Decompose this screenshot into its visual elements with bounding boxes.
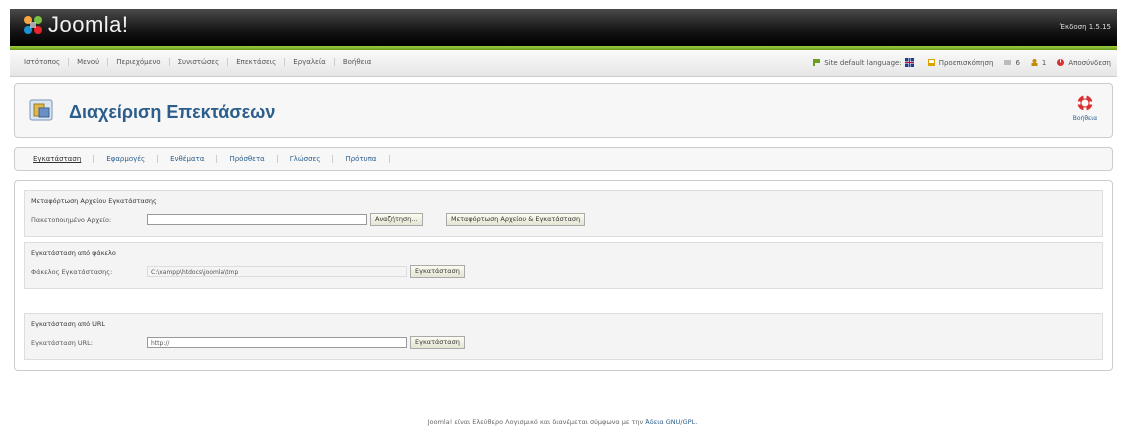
preview-label: Προεπισκόπηση xyxy=(938,58,994,67)
menu-item-menus[interactable]: Μενού xyxy=(69,58,109,66)
menu-item-components[interactable]: Συνιστώσες xyxy=(170,58,229,66)
toolbar: Διαχείριση Επεκτάσεων Βοήθεια xyxy=(14,83,1113,138)
directory-label: Φάκελος Εγκατάστασης: xyxy=(31,268,113,276)
package-file-input[interactable] xyxy=(147,214,367,225)
logo-text: Joomla! xyxy=(48,12,129,37)
site-language: Site default language: xyxy=(812,58,916,67)
preview-link[interactable]: Προεπισκόπηση xyxy=(927,58,994,67)
uk-flag-icon xyxy=(904,58,914,67)
footer-text: Joomla! είναι Ελεύθερο Λογισμικό και δια… xyxy=(427,418,644,426)
logout-link[interactable]: Αποσύνδεση xyxy=(1056,58,1111,67)
main-menu: Ιστότοπος Μενού Περιεχόμενο Συνιστώσες Ε… xyxy=(16,58,379,66)
status-area: Site default language: Προεπισκόπηση 6 1… xyxy=(802,58,1111,67)
admin-window: Joomla! Έκδοση 1.5.15 Ιστότοπος Μενού Πε… xyxy=(10,9,1117,371)
help-button[interactable]: Βοήθεια xyxy=(1068,94,1102,122)
install-url-input[interactable]: http:// xyxy=(147,337,407,348)
menu-item-tools[interactable]: Εργαλεία xyxy=(285,58,335,66)
messages-indicator[interactable]: 6 xyxy=(1003,58,1020,67)
footer: Joomla! είναι Ελεύθερο Λογισμικό και δια… xyxy=(0,418,1125,426)
url-fieldset: Εγκατάσταση από URL Εγκατάσταση URL: htt… xyxy=(24,313,1103,360)
joomla-logo: Joomla! xyxy=(22,12,129,38)
logout-label: Αποσύνδεση xyxy=(1068,58,1111,67)
language-icon xyxy=(813,59,821,66)
preview-icon xyxy=(927,59,935,66)
install-content: Μεταφόρτωση Αρχείου Εγκατάστασης Πακετοπ… xyxy=(14,180,1113,371)
language-label: Site default language: xyxy=(824,58,902,67)
header-bar: Joomla! Έκδοση 1.5.15 xyxy=(10,9,1117,46)
tab-components[interactable]: Εφαρμογές xyxy=(94,155,159,163)
menu-bar: Ιστότοπος Μενού Περιεχόμενο Συνιστώσες Ε… xyxy=(10,50,1117,77)
directory-legend: Εγκατάσταση από φάκελο xyxy=(31,249,116,257)
menu-item-extensions[interactable]: Επεκτάσεις xyxy=(228,58,286,66)
help-label: Βοήθεια xyxy=(1072,115,1098,122)
upload-legend: Μεταφόρτωση Αρχείου Εγκατάστασης xyxy=(31,197,157,205)
url-install-button[interactable]: Εγκατάσταση xyxy=(410,336,465,349)
logout-icon xyxy=(1057,59,1065,66)
page-title: Διαχείριση Επεκτάσεων xyxy=(69,102,276,122)
upload-fieldset: Μεταφόρτωση Αρχείου Εγκατάστασης Πακετοπ… xyxy=(24,190,1103,237)
messages-count: 6 xyxy=(1015,58,1020,67)
joomla-logo-icon xyxy=(24,16,42,34)
menu-item-site[interactable]: Ιστότοπος xyxy=(16,58,70,66)
upload-install-button[interactable]: Μεταφόρτωση Αρχείου & Εγκατάσταση xyxy=(446,213,586,226)
tab-plugins[interactable]: Πρόσθετα xyxy=(217,155,278,163)
users-icon xyxy=(1031,59,1038,66)
extension-manager-icon xyxy=(29,99,53,121)
tab-languages[interactable]: Γλώσσες xyxy=(278,155,334,163)
menu-item-help[interactable]: Βοήθεια xyxy=(335,58,380,66)
tab-templates[interactable]: Πρότυπα xyxy=(333,155,390,163)
install-directory-input[interactable]: C:\xampp\htdocs\joomla\tmp xyxy=(147,266,407,277)
directory-install-button[interactable]: Εγκατάσταση xyxy=(410,265,465,278)
menu-item-content[interactable]: Περιεχόμενο xyxy=(108,58,170,66)
submenu-tabs: Εγκατάσταση Εφαρμογές Ενθέματα Πρόσθετα … xyxy=(14,147,1113,171)
upload-label: Πακετοποιημένο Αρχείο: xyxy=(31,216,112,224)
messages-icon xyxy=(1004,60,1012,65)
users-count: 1 xyxy=(1041,58,1047,67)
lifebuoy-icon xyxy=(1077,95,1093,111)
url-label: Εγκατάσταση URL: xyxy=(31,339,93,347)
license-link[interactable]: Άδεια GNU/GPL. xyxy=(645,418,697,426)
directory-fieldset: Εγκατάσταση από φάκελο Φάκελος Εγκατάστα… xyxy=(24,242,1103,289)
version-label: Έκδοση 1.5.15 xyxy=(1059,23,1111,31)
tab-modules[interactable]: Ενθέματα xyxy=(158,155,218,163)
users-indicator[interactable]: 1 xyxy=(1030,58,1046,67)
browse-button[interactable]: Αναζήτηση... xyxy=(370,213,423,226)
tab-install[interactable]: Εγκατάσταση xyxy=(21,155,95,163)
url-legend: Εγκατάσταση από URL xyxy=(31,320,106,328)
